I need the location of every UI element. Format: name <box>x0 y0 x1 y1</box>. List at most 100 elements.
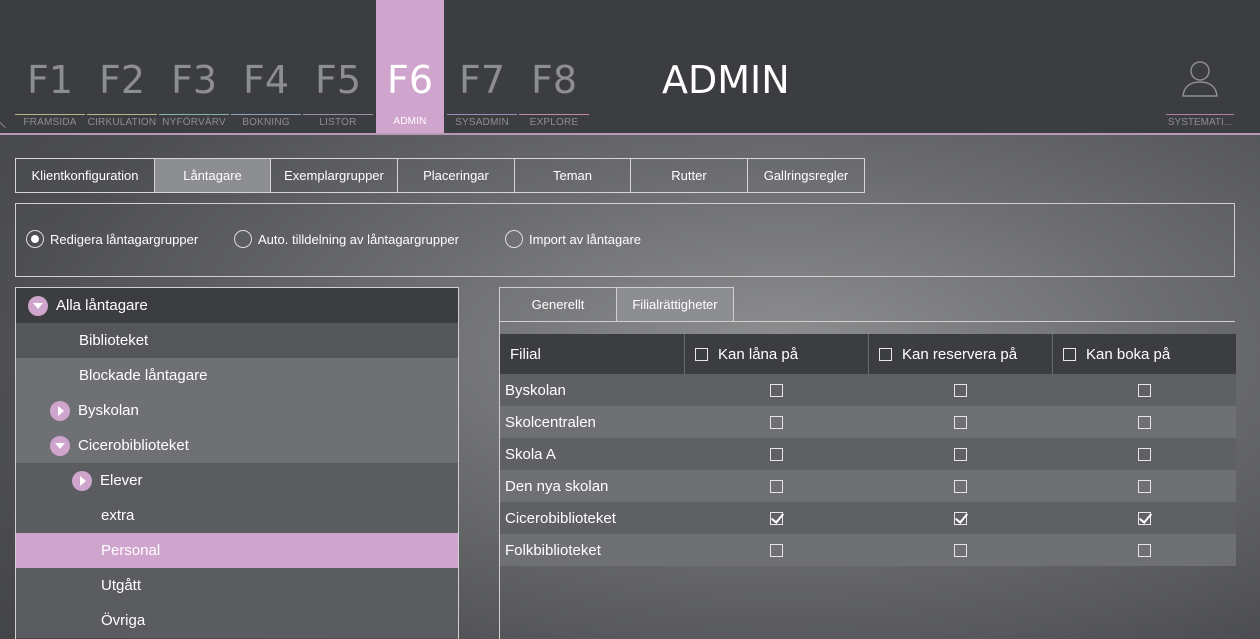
fkey-admin[interactable]: F6 ADMIN <box>376 0 444 133</box>
subtab-filialrättigheter[interactable]: Filialrättigheter <box>616 287 734 322</box>
permission-checkbox[interactable] <box>1137 511 1151 525</box>
tree-node[interactable]: Byskolan <box>16 393 458 428</box>
permission-checkbox[interactable] <box>953 415 967 429</box>
table-row: Den nya skolan <box>500 470 1236 502</box>
checkbox-cell <box>868 406 1052 438</box>
checkbox-cell <box>1052 534 1236 566</box>
tree-node[interactable]: Utgått <box>16 568 458 603</box>
fkey-listor[interactable]: F5 LISTOR <box>303 0 373 133</box>
permission-checkbox[interactable] <box>953 511 967 525</box>
select-all-checkbox[interactable] <box>695 347 708 361</box>
fkey-number: F5 <box>314 58 362 102</box>
column-header[interactable]: Kan boka på <box>1052 334 1236 374</box>
checkbox-cell <box>1052 406 1236 438</box>
fkey-label: EXPLORE <box>519 114 589 128</box>
permission-checkbox[interactable] <box>1137 447 1151 461</box>
tab-gallringsregler[interactable]: Gallringsregler <box>747 158 865 193</box>
subtab-generellt[interactable]: Generellt <box>499 287 617 322</box>
tree-node[interactable]: Cicerobiblioteket <box>16 428 458 463</box>
column-header: Filial <box>500 334 684 374</box>
fkey-bokning[interactable]: F4 BOKNING <box>231 0 301 133</box>
radio-option[interactable]: Auto. tilldelning av låntagargrupper <box>234 230 459 248</box>
permission-checkbox[interactable] <box>953 479 967 493</box>
fkey-number: F7 <box>458 58 506 102</box>
collapse-icon[interactable] <box>28 295 48 316</box>
tree-node[interactable]: Personal <box>16 533 458 568</box>
admin-tabs: Klientkonfiguration Låntagare Exemplargrup… <box>15 158 865 193</box>
tab-teman[interactable]: Teman <box>514 158 631 193</box>
table-row: Folkbiblioteket <box>500 534 1236 566</box>
fkey-number: F1 <box>26 58 74 102</box>
permission-checkbox[interactable] <box>953 383 967 397</box>
table-header: Filial Kan låna på Kan reservera på Kan bok… <box>500 334 1236 374</box>
radio-button-icon[interactable] <box>26 230 44 248</box>
select-all-checkbox[interactable] <box>879 347 892 361</box>
tab-exemplargrupper[interactable]: Exemplargrupper <box>270 158 398 193</box>
branch-name: Cicerobiblioteket <box>505 509 616 527</box>
table-row: Skola A <box>500 438 1236 470</box>
permission-checkbox[interactable] <box>769 447 783 461</box>
tree-node-label: Övriga <box>101 612 146 629</box>
fkey-sysadmin[interactable]: F7 SYSADMIN <box>447 0 517 133</box>
tree-node-label: Personal <box>101 542 161 559</box>
tree-node[interactable]: Biblioteket <box>16 323 458 358</box>
checkbox-cell <box>684 502 868 534</box>
tree-node[interactable]: Elever <box>16 463 458 498</box>
permission-checkbox[interactable] <box>769 479 783 493</box>
checkbox-cell <box>684 534 868 566</box>
branch-name: Skola A <box>505 445 556 463</box>
tree-node-label: Alla låntagare <box>56 297 148 314</box>
fkey-number: F4 <box>242 58 290 102</box>
tree-node[interactable]: Övriga <box>16 603 458 638</box>
checkbox-cell <box>1052 438 1236 470</box>
permission-checkbox[interactable] <box>953 543 967 557</box>
column-header-label: Kan låna på <box>718 345 799 363</box>
column-header[interactable]: Kan reservera på <box>868 334 1052 374</box>
expand-icon[interactable] <box>72 470 92 491</box>
radio-button-icon[interactable] <box>234 230 252 248</box>
tree-node-label: Utgått <box>101 577 142 594</box>
radio-option[interactable]: Redigera låntagargrupper <box>26 230 198 248</box>
permission-checkbox[interactable] <box>953 447 967 461</box>
tab-låntagare[interactable]: Låntagare <box>154 158 271 193</box>
checkbox-cell <box>684 438 868 470</box>
permission-checkbox[interactable] <box>769 511 783 525</box>
user-menu[interactable]: SYSTEMATI... <box>1166 58 1234 133</box>
tab-placeringar[interactable]: Placeringar <box>397 158 515 193</box>
radio-button-icon[interactable] <box>505 230 523 248</box>
permission-checkbox[interactable] <box>769 415 783 429</box>
expand-icon[interactable] <box>50 400 70 421</box>
fkey-label: ADMIN <box>393 116 427 127</box>
fkey-nyförvärv[interactable]: F3 NYFÖRVÄRV <box>159 0 229 133</box>
radio-option[interactable]: Import av låntagare <box>505 230 641 248</box>
column-header[interactable]: Kan låna på <box>684 334 868 374</box>
collapse-icon[interactable] <box>50 435 70 456</box>
tab-klientkonfiguration[interactable]: Klientkonfiguration <box>15 158 155 193</box>
top-navigation-bar: F1 FRAMSIDA F2 CIRKULATION F3 NYFÖRVÄRV F4 BOKN… <box>0 0 1260 135</box>
permission-checkbox[interactable] <box>1137 543 1151 557</box>
fkey-number: F2 <box>98 58 146 102</box>
permission-checkbox[interactable] <box>1137 415 1151 429</box>
fkey-explore[interactable]: F8 EXPLORE <box>519 0 589 133</box>
table-row: Byskolan <box>500 374 1236 406</box>
permission-checkbox[interactable] <box>769 383 783 397</box>
branch-name: Byskolan <box>505 381 566 399</box>
fkey-framsida[interactable]: F1 FRAMSIDA <box>15 0 85 133</box>
radio-label: Redigera låntagargrupper <box>50 231 199 247</box>
table-row: Cicerobiblioteket <box>500 502 1236 534</box>
tree-node[interactable]: extra <box>16 498 458 533</box>
tree-node[interactable]: Alla låntagare <box>16 288 458 323</box>
tree-node-label: Biblioteket <box>79 332 149 349</box>
permission-checkbox[interactable] <box>1137 479 1151 493</box>
permission-checkbox[interactable] <box>769 543 783 557</box>
permission-checkbox[interactable] <box>1137 383 1151 397</box>
checkbox-cell <box>868 502 1052 534</box>
select-all-checkbox[interactable] <box>1063 347 1076 361</box>
fkey-cirkulation[interactable]: F2 CIRKULATION <box>87 0 157 133</box>
checkbox-cell <box>868 470 1052 502</box>
checkbox-cell <box>684 374 868 406</box>
tree-node[interactable]: Blockade låntagare <box>16 358 458 393</box>
branch-rights-table: Filial Kan låna på Kan reservera på Kan bok… <box>500 334 1236 566</box>
tree-node-label: Elever <box>100 472 143 489</box>
tab-rutter[interactable]: Rutter <box>630 158 748 193</box>
